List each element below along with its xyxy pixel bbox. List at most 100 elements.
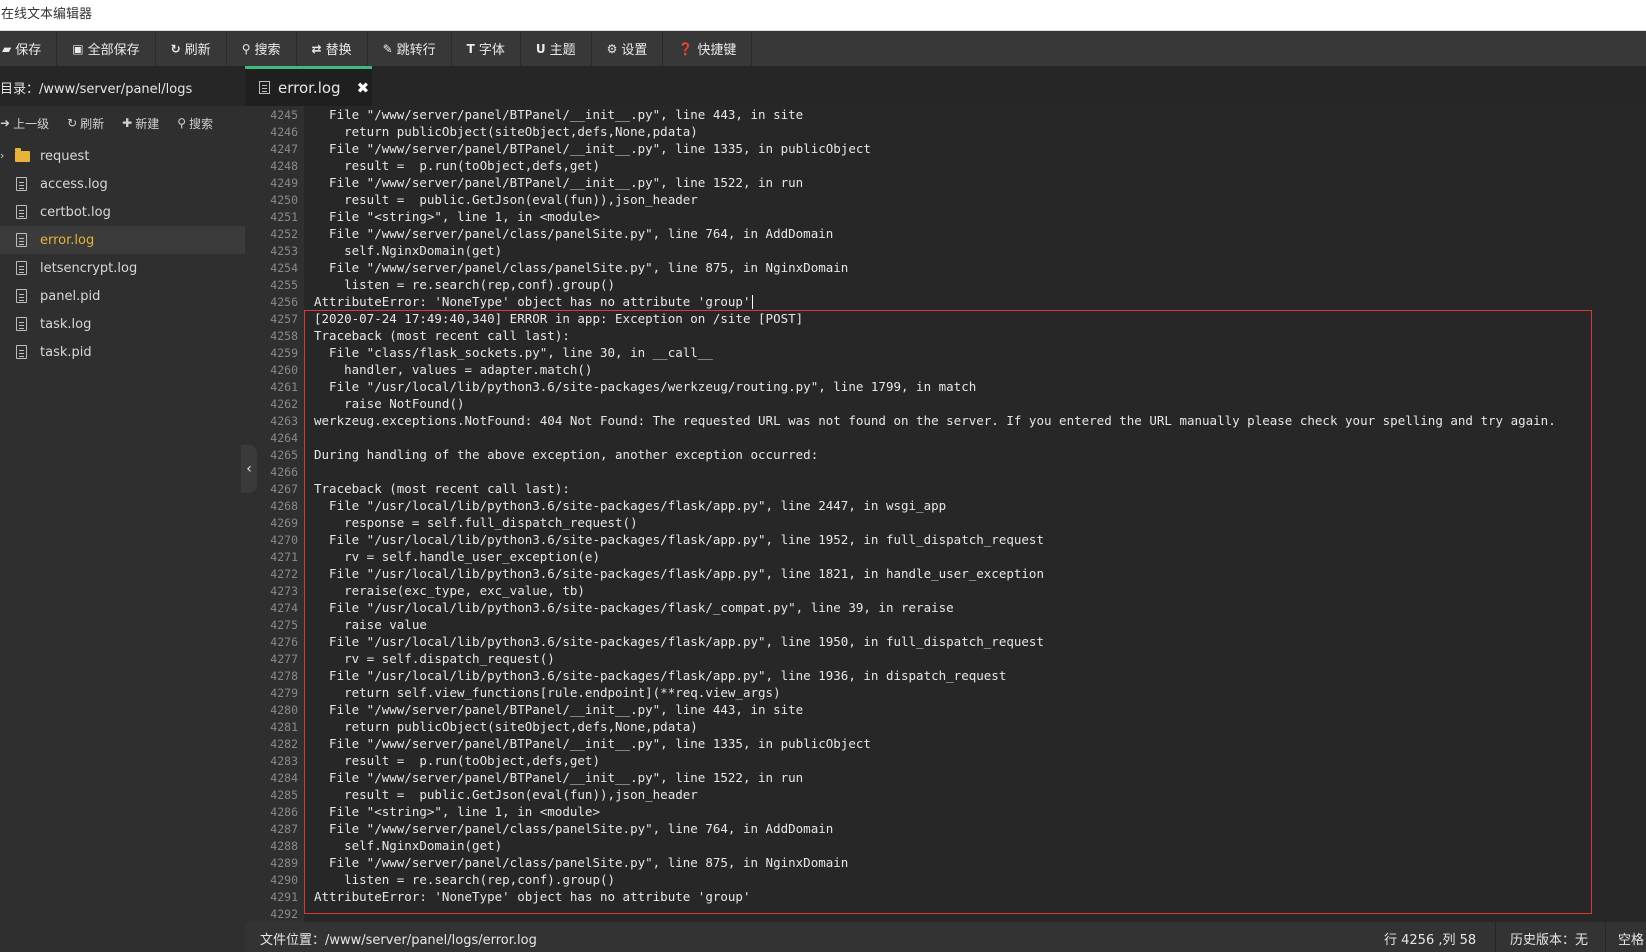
replace-label: 替换 xyxy=(325,43,352,58)
line-text: File "/www/server/panel/BTPanel/__init__… xyxy=(314,736,871,751)
code-line[interactable]: 4252 File "/www/server/panel/class/panel… xyxy=(245,225,1646,242)
code-line[interactable]: 4268 File "/usr/local/lib/python3.6/site… xyxy=(245,497,1646,514)
code-line[interactable]: 4265 During handling of the above excepti… xyxy=(245,446,1646,463)
cursor-position[interactable]: 行 4256 ,列 58 xyxy=(1384,929,1476,948)
code-line[interactable]: 4258 Traceback (most recent call last): xyxy=(245,327,1646,344)
dir-refresh-button[interactable]: ↻ 刷新 xyxy=(59,115,114,132)
line-text: result = public.GetJson(eval(fun)),json_… xyxy=(314,192,698,207)
code-line[interactable]: 4291 AttributeError: 'NoneType' object ha… xyxy=(245,888,1646,905)
folder-item[interactable]: › request xyxy=(0,142,245,170)
code-line[interactable]: 4260 handler, values = adapter.match() xyxy=(245,361,1646,378)
dir-up-button[interactable]: ➜ 上一级 xyxy=(0,115,59,132)
code-line[interactable]: 4253 self.NginxDomain(get) xyxy=(245,242,1646,259)
dir-refresh-label: 刷新 xyxy=(80,116,105,131)
dir-new-label: 新建 xyxy=(135,116,160,131)
code-line[interactable]: 4286 File "<string>", line 1, in <module… xyxy=(245,803,1646,820)
file-name: task.pid xyxy=(40,344,92,360)
file-item[interactable]: access.log xyxy=(0,170,245,198)
code-line[interactable]: 4279 return self.view_functions[rule.end… xyxy=(245,684,1646,701)
save-all-label: 全部保存 xyxy=(87,43,140,58)
code-line[interactable]: 4284 File "/www/server/panel/BTPanel/__i… xyxy=(245,769,1646,786)
file-icon xyxy=(259,81,270,94)
code-line[interactable]: 4256 AttributeError: 'NoneType' object ha… xyxy=(245,293,1646,310)
code-line[interactable]: 4261 File "/usr/local/lib/python3.6/site… xyxy=(245,378,1646,395)
refresh-button[interactable]: ↻ 刷新 xyxy=(156,31,227,66)
settings-button[interactable]: ⚙ 设置 xyxy=(592,31,664,66)
code-line[interactable]: 4290 listen = re.search(rep,conf).group(… xyxy=(245,871,1646,888)
history-version[interactable]: 历史版本：无 xyxy=(1510,929,1588,948)
close-icon[interactable]: ✖ xyxy=(357,79,370,97)
dir-search-button[interactable]: ⚲ 搜索 xyxy=(169,115,223,132)
code-line[interactable]: 4271 rv = self.handle_user_exception(e) xyxy=(245,548,1646,565)
code-content[interactable]: 4245 File "/www/server/panel/BTPanel/__i… xyxy=(245,106,1646,922)
code-line[interactable]: 4282 File "/www/server/panel/BTPanel/__i… xyxy=(245,735,1646,752)
line-text: File "/www/server/panel/class/panelSite.… xyxy=(314,260,849,275)
line-number: 4258 xyxy=(270,329,298,343)
code-line[interactable]: 4270 File "/usr/local/lib/python3.6/site… xyxy=(245,531,1646,548)
code-line[interactable]: 4263 werkzeug.exceptions.NotFound: 404 No… xyxy=(245,412,1646,429)
search-button[interactable]: ⚲ 搜索 xyxy=(227,31,297,66)
file-item[interactable]: task.log xyxy=(0,310,245,338)
code-line[interactable]: 4247 File "/www/server/panel/BTPanel/__i… xyxy=(245,140,1646,157)
save-button[interactable]: ▰ 保存 xyxy=(0,31,58,66)
code-line[interactable]: 4255 listen = re.search(rep,conf).group(… xyxy=(245,276,1646,293)
code-line[interactable]: 4292 xyxy=(245,905,1646,922)
line-text: return publicObject(siteObject,defs,None… xyxy=(314,719,698,734)
goto-line-button[interactable]: ✎ 跳转行 xyxy=(368,31,452,66)
code-line[interactable]: 4285 result = public.GetJson(eval(fun)),… xyxy=(245,786,1646,803)
code-line[interactable]: 4245 File "/www/server/panel/BTPanel/__i… xyxy=(245,106,1646,123)
theme-button[interactable]: U 主题 xyxy=(521,31,592,66)
dir-new-button[interactable]: ✚ 新建 xyxy=(114,115,169,132)
indent-mode[interactable]: 空格 xyxy=(1618,929,1644,948)
code-line[interactable]: 4287 File "/www/server/panel/class/panel… xyxy=(245,820,1646,837)
file-item[interactable]: error.log xyxy=(0,226,245,254)
code-line[interactable]: 4288 self.NginxDomain(get) xyxy=(245,837,1646,854)
code-line[interactable]: 4267 Traceback (most recent call last): xyxy=(245,480,1646,497)
shortcuts-button[interactable]: ❓ 快捷键 xyxy=(663,31,753,66)
code-line[interactable]: 4254 File "/www/server/panel/class/panel… xyxy=(245,259,1646,276)
code-line[interactable]: 4248 result = p.run(toObject,defs,get) xyxy=(245,157,1646,174)
code-line[interactable]: 4289 File "/www/server/panel/class/panel… xyxy=(245,854,1646,871)
code-line[interactable]: 4277 rv = self.dispatch_request() xyxy=(245,650,1646,667)
code-line[interactable]: 4250 result = public.GetJson(eval(fun)),… xyxy=(245,191,1646,208)
code-line[interactable]: 4278 File "/usr/local/lib/python3.6/site… xyxy=(245,667,1646,684)
code-line[interactable]: 4280 File "/www/server/panel/BTPanel/__i… xyxy=(245,701,1646,718)
code-line[interactable]: 4276 File "/usr/local/lib/python3.6/site… xyxy=(245,633,1646,650)
line-number: 4286 xyxy=(270,805,298,819)
save-all-button[interactable]: ▣ 全部保存 xyxy=(57,31,156,66)
code-line[interactable]: 4257 [2020-07-24 17:49:40,340] ERROR in a… xyxy=(245,310,1646,327)
line-text: AttributeError: 'NoneType' object has no… xyxy=(314,294,751,309)
line-text: File "/www/server/panel/class/panelSite.… xyxy=(314,226,834,241)
code-line[interactable]: 4272 File "/usr/local/lib/python3.6/site… xyxy=(245,565,1646,582)
line-text: File "/www/server/panel/class/panelSite.… xyxy=(314,821,834,836)
file-item[interactable]: panel.pid xyxy=(0,282,245,310)
font-button[interactable]: T 字体 xyxy=(452,31,521,66)
file-item[interactable]: letsencrypt.log xyxy=(0,254,245,282)
line-number: 4291 xyxy=(270,890,298,904)
collapse-sidebar-button[interactable]: ‹ xyxy=(241,445,257,493)
code-line[interactable]: 4273 reraise(exc_type, exc_value, tb) xyxy=(245,582,1646,599)
file-item[interactable]: task.pid xyxy=(0,338,245,366)
line-text: File "/usr/local/lib/python3.6/site-pack… xyxy=(314,498,947,513)
tab-error-log[interactable]: error.log ✖ xyxy=(245,66,372,106)
code-line[interactable]: 4251 File "<string>", line 1, in <module… xyxy=(245,208,1646,225)
replace-button[interactable]: ⇄ 替换 xyxy=(297,31,368,66)
code-line[interactable]: 4246 return publicObject(siteObject,defs… xyxy=(245,123,1646,140)
line-number: 4278 xyxy=(270,669,298,683)
code-line[interactable]: 4262 raise NotFound() xyxy=(245,395,1646,412)
code-line[interactable]: 4274 File "/usr/local/lib/python3.6/site… xyxy=(245,599,1646,616)
line-number: 4280 xyxy=(270,703,298,717)
chevron-right-icon[interactable]: › xyxy=(0,149,4,162)
code-line[interactable]: 4283 result = p.run(toObject,defs,get) xyxy=(245,752,1646,769)
code-line[interactable]: 4259 File "class/flask_sockets.py", line… xyxy=(245,344,1646,361)
code-line[interactable]: 4269 response = self.full_dispatch_reque… xyxy=(245,514,1646,531)
code-line[interactable]: 4264 xyxy=(245,429,1646,446)
code-line[interactable]: 4275 raise value xyxy=(245,616,1646,633)
line-number: 4287 xyxy=(270,822,298,836)
file-item[interactable]: certbot.log xyxy=(0,198,245,226)
file-name: panel.pid xyxy=(40,288,101,304)
code-line[interactable]: 4249 File "/www/server/panel/BTPanel/__i… xyxy=(245,174,1646,191)
code-line[interactable]: 4266 xyxy=(245,463,1646,480)
code-line[interactable]: 4281 return publicObject(siteObject,defs… xyxy=(245,718,1646,735)
code-editor[interactable]: 4245 File "/www/server/panel/BTPanel/__i… xyxy=(245,106,1646,922)
